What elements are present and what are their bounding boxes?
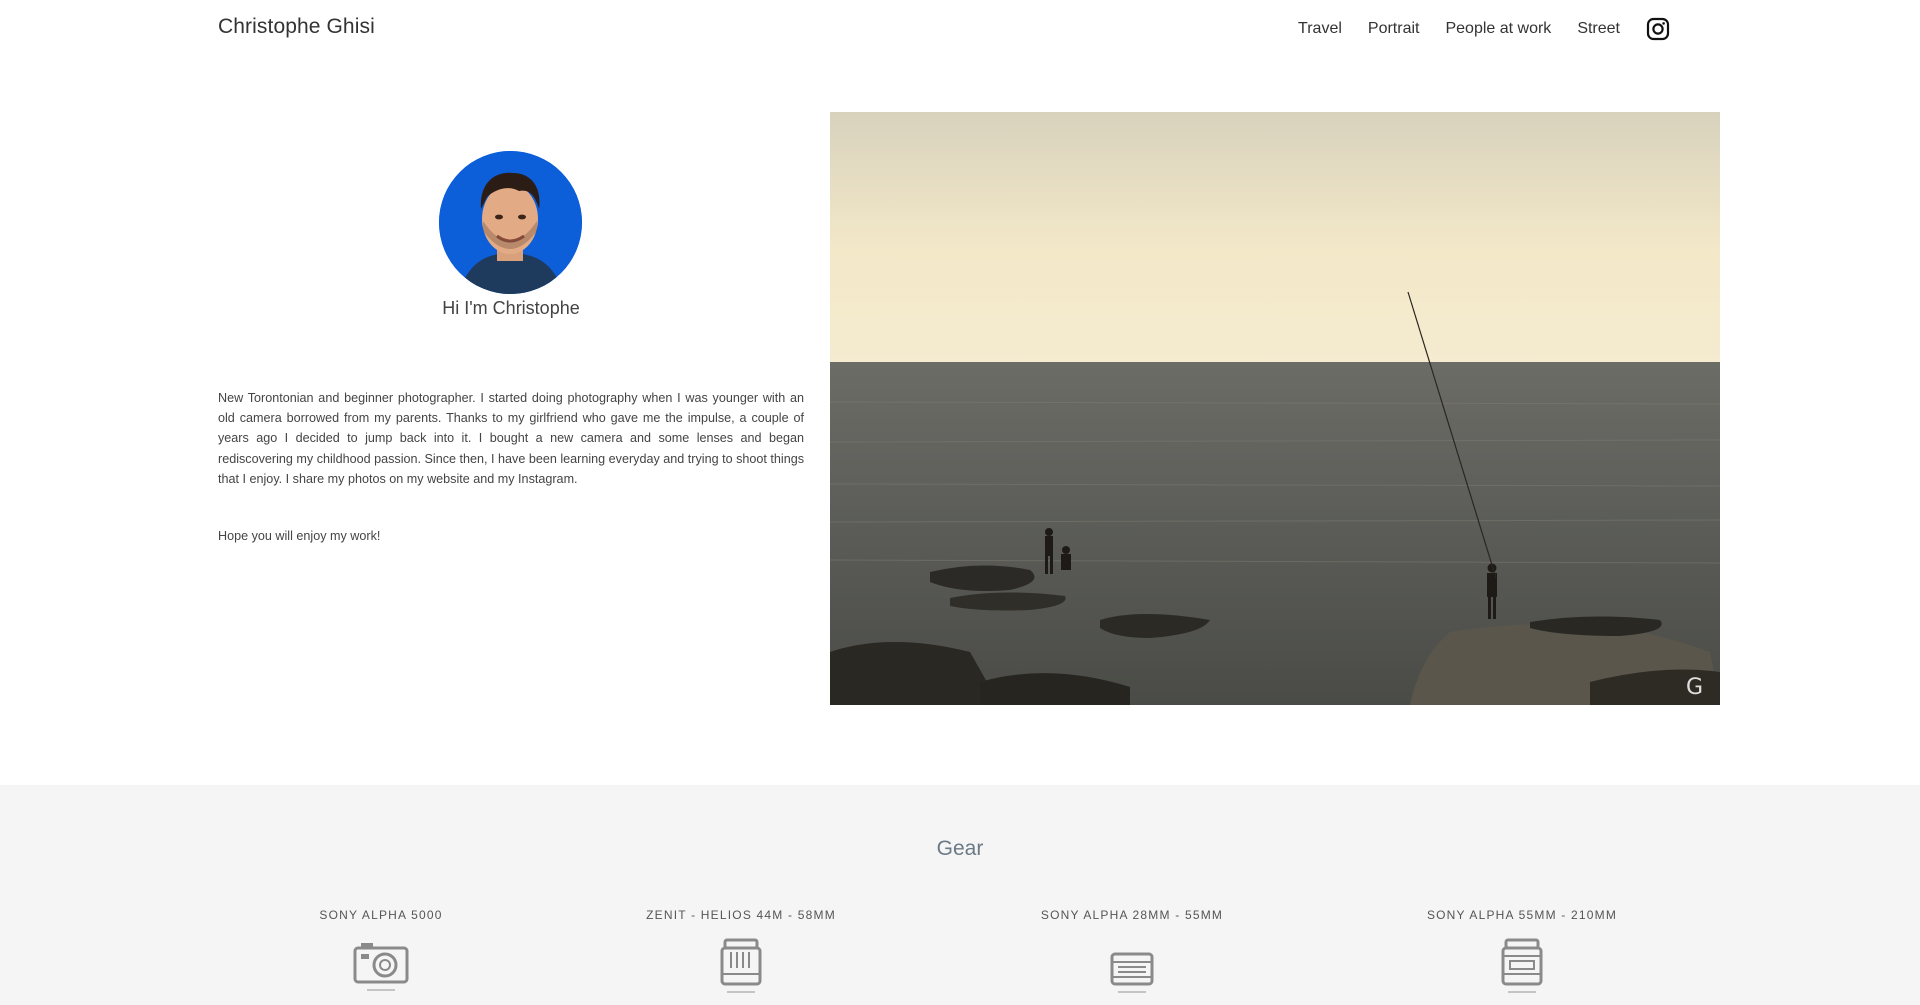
gear-item-name: SONY ALPHA 55MM - 210MM	[1426, 908, 1618, 922]
gear-heading: Gear	[936, 837, 984, 860]
bio-closing: Hope you will enjoy my work!	[218, 529, 381, 543]
gear-item-zenit-helios: ZENIT - HELIOS 44M - 58MM	[591, 908, 891, 996]
camera-icon	[353, 943, 409, 991]
gear-item-sony-55-210: SONY ALPHA 55MM - 210MM	[1372, 908, 1672, 996]
svg-text:G: G	[1686, 675, 1703, 700]
nav-link-street[interactable]: Street	[1577, 20, 1620, 38]
gear-item-sony-28-55: SONY ALPHA 28MM - 55MM	[982, 908, 1282, 996]
main-nav: Travel Portrait People at work Street	[1272, 17, 1670, 41]
nav-link-portrait[interactable]: Portrait	[1368, 20, 1420, 38]
instagram-icon[interactable]	[1646, 17, 1670, 41]
intro-section: Hi I'm Christophe New Torontonian and be…	[218, 112, 1720, 705]
about-panel: Hi I'm Christophe New Torontonian and be…	[218, 112, 804, 705]
site-brand[interactable]: Christophe Ghisi	[218, 15, 375, 39]
bio-paragraph: New Torontonian and beginner photographe…	[218, 391, 804, 486]
lens-icon	[720, 938, 762, 993]
nav-link-travel[interactable]: Travel	[1298, 20, 1342, 38]
avatar	[439, 151, 582, 294]
greeting-heading: Hi I'm Christophe	[442, 298, 580, 318]
gear-section: Gear SONY ALPHA 5000 ZENIT - HELIOS 44M …	[0, 785, 1920, 1005]
gear-item-name: SONY ALPHA 28MM - 55MM	[1040, 908, 1224, 922]
gear-item-sony-alpha-5000: SONY ALPHA 5000	[231, 908, 531, 996]
lens-icon	[1501, 938, 1543, 993]
nav-link-people-at-work[interactable]: People at work	[1445, 20, 1551, 38]
lens-icon	[1110, 952, 1154, 993]
gear-item-name: SONY ALPHA 5000	[319, 908, 443, 922]
gear-item-name: ZENIT - HELIOS 44M - 58MM	[646, 908, 836, 922]
site-header: Christophe Ghisi Travel Portrait People …	[0, 0, 1920, 60]
featured-photo: G	[830, 112, 1720, 705]
